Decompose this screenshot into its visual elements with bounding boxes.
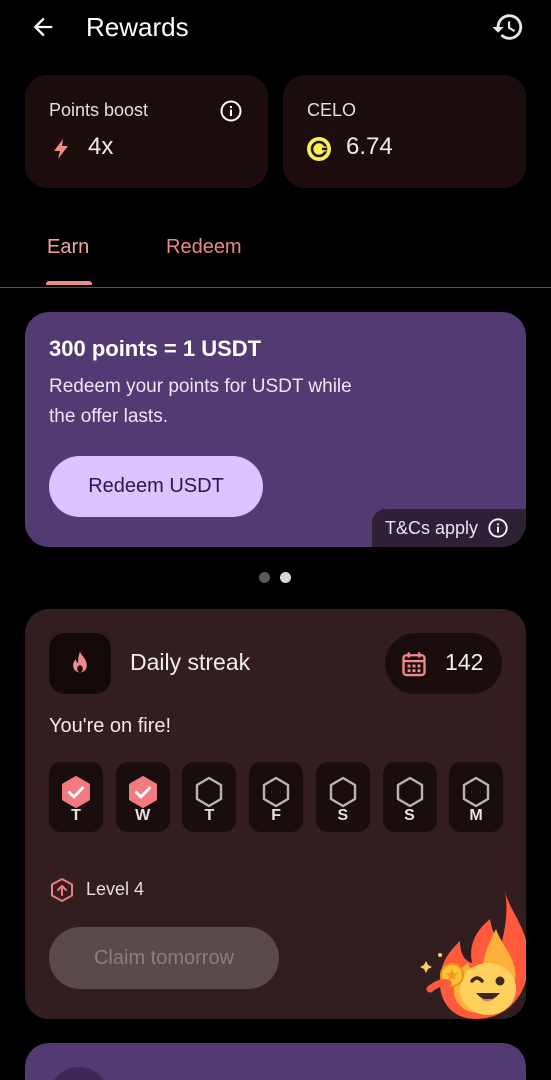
claim-button[interactable]: Claim tomorrow [49,927,279,989]
info-icon[interactable] [219,99,243,123]
streak-message: You're on fire! [49,715,172,737]
calendar-icon [402,652,426,677]
day-label: M [469,807,483,824]
arrow-left-icon [33,17,53,37]
carousel-dot-active[interactable] [280,572,291,583]
level-label: Level 4 [86,879,145,899]
check-hexagon-icon [62,776,90,808]
check-hexagon-icon [128,776,157,808]
promo-title: 300 points = 1 USDT [49,336,262,361]
fire-mascot-icon [420,891,526,1019]
points-boost-value: 4x [88,133,114,160]
level-up-hexagon-icon [51,878,73,902]
day-label: W [135,807,151,824]
streak-count: 142 [445,649,484,675]
day-label: T [204,807,215,824]
streak-day: S [315,762,370,832]
page-title: Rewards [86,12,189,42]
promo-card: 300 points = 1 USDT Redeem your points f… [25,312,526,547]
daily-streak-card: Daily streak 142 You're on fire! T W T F… [25,609,526,1019]
points-boost-card[interactable]: Points boost 4x [25,75,268,188]
streak-day: W [115,762,170,832]
next-card [25,1043,526,1080]
streak-day: S [382,762,437,832]
day-label: T [71,807,81,824]
day-label: F [271,807,281,824]
promo-description: Redeem your points for USDT while the of… [49,376,352,427]
tab-bar: Earn Redeem [0,226,551,288]
carousel-indicator [257,571,297,585]
app-header: Rewards [0,0,551,56]
tcs-label: T&Cs apply [385,517,479,538]
celo-value: 6.74 [346,133,393,160]
streak-title: Daily streak [130,649,251,675]
streak-day: T [182,762,237,832]
empty-hexagon-icon [262,776,290,808]
history-button[interactable] [490,9,526,45]
back-button[interactable] [26,10,60,44]
empty-hexagon-icon [196,776,223,808]
day-label: S [337,807,349,824]
streak-count-pill: 142 [385,633,502,694]
tcs-apply-link[interactable]: T&Cs apply [372,509,526,547]
streak-day: F [249,762,304,832]
info-icon [488,518,508,538]
fire-icon-box [49,633,111,694]
streak-days: T W T F S S M [49,762,503,832]
history-icon [492,14,523,40]
lightning-icon [54,139,68,159]
celo-label: CELO [307,100,357,120]
streak-day: T [49,762,103,832]
streak-day: M [449,762,503,832]
celo-balance-card[interactable]: CELO 6.74 [283,75,526,188]
carousel-dot[interactable] [259,572,270,583]
tab-indicator [46,281,92,285]
empty-hexagon-icon [396,776,423,808]
fire-icon [73,651,87,672]
empty-hexagon-icon [329,776,356,808]
tab-earn[interactable]: Earn [47,236,89,259]
tab-redeem[interactable]: Redeem [166,236,242,259]
next-card-avatar [49,1067,109,1080]
empty-hexagon-icon [462,776,490,808]
celo-coin-icon [307,137,331,161]
points-boost-label: Points boost [49,100,149,120]
day-label: S [404,807,415,824]
redeem-usdt-button[interactable]: Redeem USDT [49,456,263,517]
